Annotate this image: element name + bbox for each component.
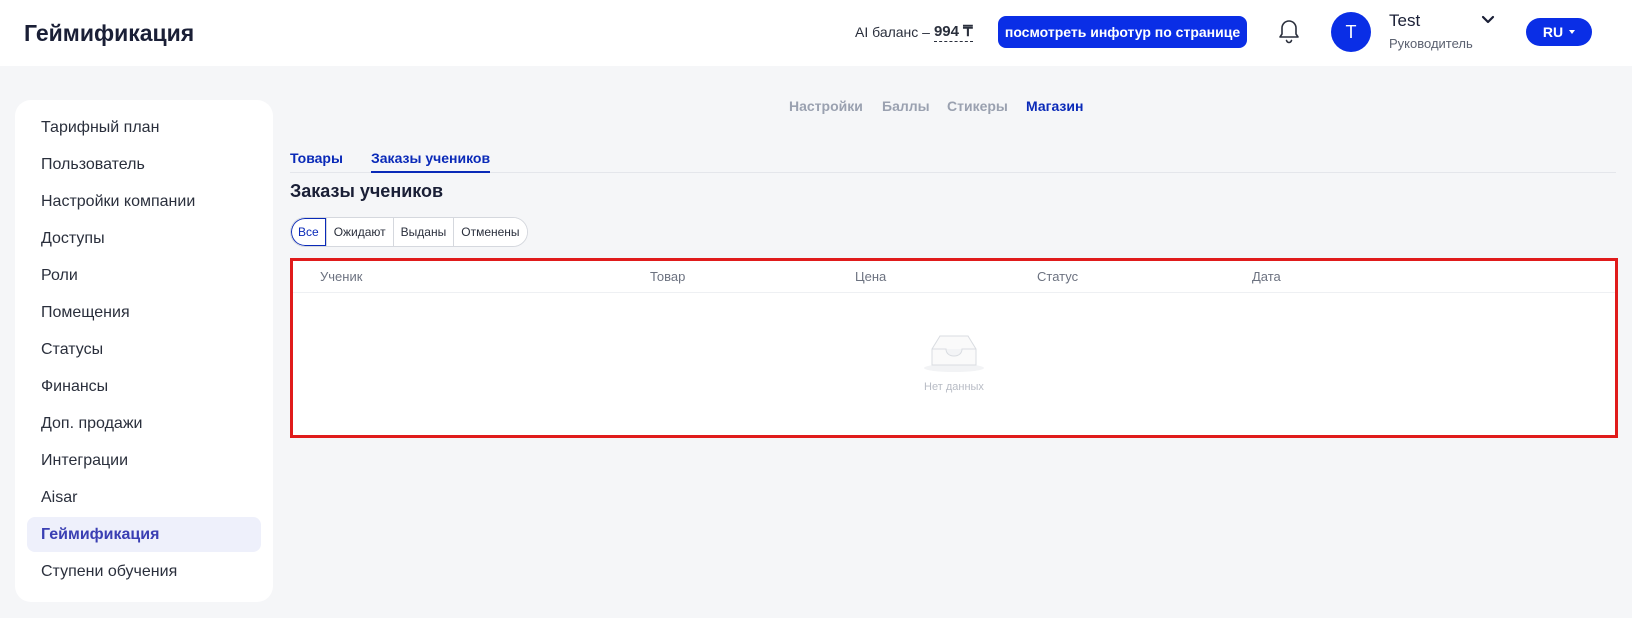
sidebar-item-aisar[interactable]: Aisar (27, 480, 261, 515)
sidebar-item-integrations[interactable]: Интеграции (27, 443, 261, 478)
sidebar-item-gamification[interactable]: Геймификация (27, 517, 261, 552)
section-title: Заказы учеников (290, 181, 444, 201)
top-tabs: Настройки Баллы Стикеры Магазин (0, 98, 1632, 118)
sidebar-item-access[interactable]: Доступы (27, 221, 261, 256)
chevron-down-icon[interactable] (1480, 14, 1496, 26)
empty-state-text: Нет данных (924, 381, 984, 393)
sidebar-item-label: Пользователь (41, 155, 145, 173)
sidebar-item-label: Настройки компании (41, 192, 196, 210)
tab-points[interactable]: Баллы (882, 98, 930, 114)
language-label: RU (1542, 24, 1564, 40)
tab-stickers[interactable]: Стикеры (947, 98, 1008, 114)
sidebar-item-finance[interactable]: Финансы (27, 369, 261, 404)
sidebar-item-label: Ступени обучения (41, 562, 178, 580)
filter-cancelled[interactable]: Отменены (454, 218, 527, 246)
language-select[interactable]: RU (1526, 18, 1592, 46)
tab-settings[interactable]: Настройки (789, 98, 863, 114)
sidebar-item-statuses[interactable]: Статусы (27, 332, 261, 367)
sidebar-item-label: Доп. продажи (41, 414, 143, 432)
sidebar-item-label: Геймификация (41, 525, 160, 543)
filter-issued[interactable]: Выданы (393, 218, 455, 246)
empty-state: Нет данных (293, 331, 1615, 393)
filter-pending[interactable]: Ожидают (326, 218, 394, 246)
filter-all[interactable]: Все (291, 218, 327, 246)
bell-icon[interactable] (1277, 19, 1301, 45)
sidebar-item-roles[interactable]: Роли (27, 258, 261, 293)
tab-products[interactable]: Товары (290, 150, 343, 173)
top-header: Геймификация AI баланс – 994 ₸ посмотрет… (0, 0, 1632, 66)
status-filter-group: Все Ожидают Выданы Отменены (290, 217, 528, 247)
sidebar-item-label: Статусы (41, 340, 104, 358)
sidebar-item-label: Интеграции (41, 451, 129, 469)
sidebar: Тарифный план Пользователь Настройки ком… (15, 100, 273, 602)
sidebar-item-user[interactable]: Пользователь (27, 147, 261, 182)
page-title: Геймификация (24, 20, 195, 46)
column-header-status[interactable]: Статус (1037, 269, 1078, 284)
user-role: Руководитель (1389, 36, 1473, 51)
tab-shop[interactable]: Магазин (1026, 98, 1083, 114)
sub-tabs: Товары Заказы учеников (290, 146, 1616, 173)
ai-balance: AI баланс – 994 ₸ (855, 22, 973, 42)
caret-down-icon (1569, 30, 1576, 34)
sidebar-item-label: Aisar (41, 488, 78, 506)
ai-balance-value[interactable]: 994 ₸ (933, 22, 973, 42)
sidebar-item-company-settings[interactable]: Настройки компании (27, 184, 261, 219)
empty-inbox-icon (924, 335, 984, 372)
sidebar-item-upsell[interactable]: Доп. продажи (27, 406, 261, 441)
sidebar-item-label: Финансы (41, 377, 109, 395)
column-header-student[interactable]: Ученик (320, 269, 362, 284)
sidebar-item-label: Доступы (41, 229, 105, 247)
sidebar-item-rooms[interactable]: Помещения (27, 295, 261, 330)
sidebar-item-label: Роли (41, 266, 78, 284)
info-tour-button[interactable]: посмотреть инфотур по странице (998, 16, 1247, 48)
column-header-price[interactable]: Цена (855, 269, 886, 284)
column-header-date[interactable]: Дата (1252, 269, 1281, 284)
column-header-product[interactable]: Товар (650, 269, 685, 284)
sidebar-item-label: Тарифный план (41, 118, 160, 136)
sidebar-item-label: Помещения (41, 303, 130, 321)
ai-balance-label: AI баланс – (855, 24, 930, 40)
sidebar-item-learning-stages[interactable]: Ступени обучения (27, 554, 261, 589)
avatar[interactable]: T (1331, 12, 1371, 52)
table-header: Ученик Товар Цена Статус Дата (293, 261, 1615, 293)
orders-table: Ученик Товар Цена Статус Дата Нет данных (290, 258, 1618, 438)
tab-student-orders[interactable]: Заказы учеников (371, 150, 491, 173)
user-name[interactable]: Test (1389, 11, 1420, 31)
